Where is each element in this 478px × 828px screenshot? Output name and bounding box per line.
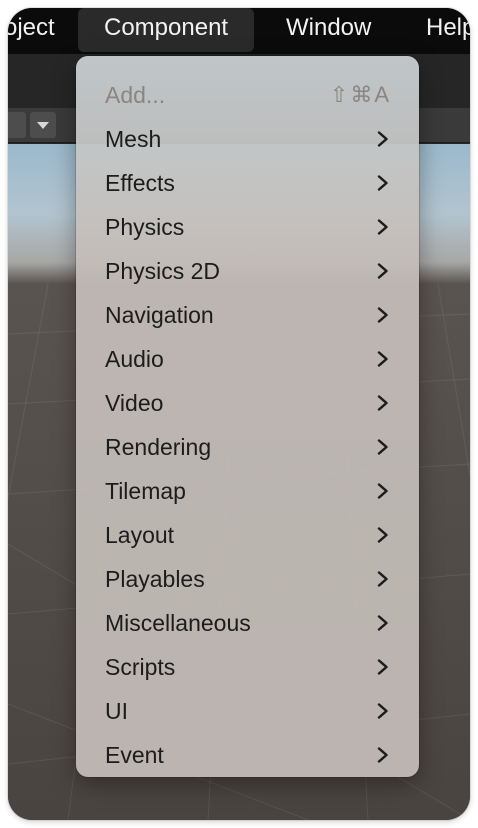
menu-item-scripts[interactable]: Scripts (76, 645, 419, 689)
menu-item-label: Scripts (105, 654, 176, 680)
chevron-right-icon (377, 527, 388, 543)
menu-item-event[interactable]: Event (76, 733, 419, 777)
chevron-right-icon (377, 131, 388, 147)
chevron-right-icon (377, 439, 388, 455)
chevron-right-icon (377, 307, 388, 323)
menu-item-label: Physics 2D (105, 258, 221, 284)
menu-item-mesh[interactable]: Mesh (76, 117, 419, 161)
menu-item-playables[interactable]: Playables (76, 557, 419, 601)
toolbar-dropdown-left[interactable] (8, 112, 26, 138)
menu-item-tilemap[interactable]: Tilemap (76, 469, 419, 513)
chevron-right-icon (377, 703, 388, 719)
menu-item-navigation[interactable]: Navigation (76, 293, 419, 337)
menu-bar-item-help[interactable]: Help (426, 8, 470, 52)
menu-item-layout[interactable]: Layout (76, 513, 419, 557)
menu-item-physics[interactable]: Physics (76, 205, 419, 249)
menu-item-label: Mesh (105, 126, 162, 152)
menu-item-effects[interactable]: Effects (76, 161, 419, 205)
menu-bar-item-component[interactable]: Component (78, 8, 255, 52)
menu-item-label: Playables (105, 566, 205, 592)
app-window: oject Component Window Help Add... ⇧⌘A M… (8, 8, 470, 820)
chevron-right-icon (377, 615, 388, 631)
menu-item-label: Navigation (105, 302, 214, 328)
chevron-right-icon (377, 219, 388, 235)
menu-item-label: Rendering (105, 434, 212, 460)
menu-item-label: Physics (105, 214, 185, 240)
chevron-right-icon (377, 395, 388, 411)
menu-item-label: Effects (105, 170, 175, 196)
chevron-right-icon (377, 659, 388, 675)
chevron-right-icon (377, 263, 388, 279)
menu-item-label: Layout (105, 522, 175, 548)
menu-item-rendering[interactable]: Rendering (76, 425, 419, 469)
menu-item-video[interactable]: Video (76, 381, 419, 425)
chevron-down-icon (37, 122, 49, 129)
toolbar-dropdown-button[interactable] (30, 112, 56, 138)
menu-item-miscellaneous[interactable]: Miscellaneous (76, 601, 419, 645)
menu-bar: oject Component Window Help (8, 8, 470, 54)
menu-item-label: UI (105, 698, 128, 724)
chevron-right-icon (377, 351, 388, 367)
menu-bar-item-project[interactable]: oject (8, 8, 55, 52)
menu-item-physics-2d[interactable]: Physics 2D (76, 249, 419, 293)
chevron-right-icon (377, 747, 388, 763)
menu-item-audio[interactable]: Audio (76, 337, 419, 381)
component-menu: Add... ⇧⌘A Mesh Effects Physics Physics … (76, 56, 419, 777)
menu-item-label: Video (105, 390, 164, 416)
chevron-right-icon (377, 175, 388, 191)
menu-item-ui[interactable]: UI (76, 689, 419, 733)
keyboard-shortcut: ⇧⌘A (329, 82, 391, 107)
menu-bar-item-window[interactable]: Window (286, 8, 371, 52)
menu-item-label: Add... (105, 82, 166, 108)
menu-item-label: Event (105, 742, 164, 768)
menu-item-label: Miscellaneous (105, 610, 251, 636)
chevron-right-icon (377, 571, 388, 587)
menu-item-label: Audio (105, 346, 164, 372)
chevron-right-icon (377, 483, 388, 499)
menu-item-add: Add... ⇧⌘A (76, 73, 419, 117)
menu-item-label: Tilemap (105, 478, 186, 504)
